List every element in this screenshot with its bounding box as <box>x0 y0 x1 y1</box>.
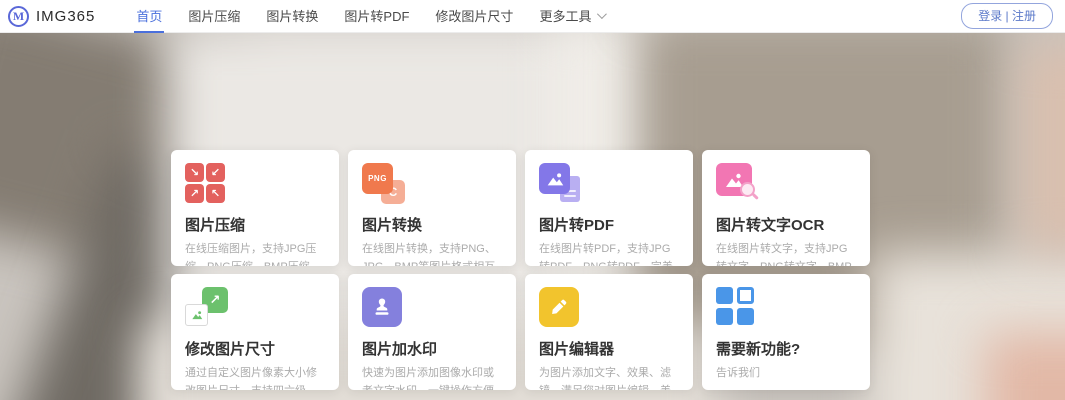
card-description: 为图片添加文字、效果、滤镜，满足您对图片编辑、美化的所有需求 <box>539 364 679 390</box>
resize-icon: ↗ <box>185 287 231 329</box>
card-title: 图片转PDF <box>539 214 679 235</box>
arrow-inward-icon: ↗ <box>185 184 204 203</box>
ocr-icon <box>716 163 762 205</box>
chevron-down-icon <box>597 9 607 19</box>
picture-icon <box>539 163 570 194</box>
card-image-editor[interactable]: 图片编辑器 为图片添加文字、效果、滤镜，满足您对图片编辑、美化的所有需求 <box>525 274 693 390</box>
small-picture-icon <box>185 304 208 326</box>
card-description: 在线图片转换，支持PNG、JPG、BMP等图片格式相互转换 <box>362 240 502 266</box>
nav-item-label: 修改图片尺寸 <box>435 6 513 25</box>
stamp-icon <box>362 287 402 327</box>
logo-letter: M <box>13 9 24 24</box>
blue-square-icon <box>716 308 733 325</box>
card-description: 在线图片转PDF，支持JPG转PDF、PNG转PDF，完美呈现图片样式 <box>539 240 679 266</box>
arrow-inward-icon: ↘ <box>185 163 204 182</box>
main-nav: 首页 图片压缩 图片转换 图片转PDF 修改图片尺寸 更多工具 <box>123 0 617 33</box>
login-register-button[interactable]: 登录 | 注册 <box>961 3 1053 29</box>
nav-item-label: 更多工具 <box>539 6 591 25</box>
brand-name: IMG365 <box>36 8 95 25</box>
card-description: 快速为图片添加图像水印或者文字水印，一键操作方便快捷 <box>362 364 502 390</box>
nav-item-label: 图片压缩 <box>188 6 240 25</box>
magnifier-icon <box>740 182 755 197</box>
card-image-watermark[interactable]: 图片加水印 快速为图片添加图像水印或者文字水印，一键操作方便快捷 <box>348 274 516 390</box>
watermark-icon <box>362 287 408 329</box>
brand-logo[interactable]: M IMG365 <box>8 6 95 27</box>
nav-item-label: 首页 <box>136 6 162 25</box>
card-image-compress[interactable]: ↘ ↙ ↗ ↖ 图片压缩 在线压缩图片，支持JPG压缩、PNG压缩、BMP压缩、… <box>171 150 339 266</box>
nav-item-label: 图片转PDF <box>344 6 409 25</box>
nav-item-image-to-pdf[interactable]: 图片转PDF <box>342 0 411 33</box>
card-resize-image[interactable]: ↗ 修改图片尺寸 通过自定义图片像素大小修改图片尺寸，支持四六级、公务员、会计、… <box>171 274 339 390</box>
nav-item-image-compress[interactable]: 图片压缩 <box>186 0 242 33</box>
card-title: 图片加水印 <box>362 338 502 359</box>
nav-item-label: 图片转换 <box>266 6 318 25</box>
hollow-square-icon <box>737 287 754 304</box>
nav-item-home[interactable]: 首页 <box>134 0 164 33</box>
compress-icon: ↘ ↙ ↗ ↖ <box>185 163 231 205</box>
feature-card-grid: ↘ ↙ ↗ ↖ 图片压缩 在线压缩图片，支持JPG压缩、PNG压缩、BMP压缩、… <box>171 150 870 390</box>
card-description: 在线压缩图片，支持JPG压缩、PNG压缩、BMP压缩、GIF压缩、图片压缩... <box>185 240 325 266</box>
editor-icon <box>539 287 585 329</box>
nav-item-resize-image[interactable]: 修改图片尺寸 <box>433 0 515 33</box>
card-title: 需要新功能? <box>716 338 856 359</box>
card-title: 图片转换 <box>362 214 502 235</box>
pencil-icon <box>539 287 579 327</box>
arrow-inward-icon: ↙ <box>206 163 225 182</box>
image-to-pdf-icon <box>539 163 585 205</box>
logo-m-icon: M <box>8 6 29 27</box>
card-description: 在线图片转文字，支持JPG转文字、PNG转文字、BMP转文字等多种格式 <box>716 240 856 266</box>
png-badge-icon: PNG <box>362 163 393 194</box>
top-navbar: M IMG365 首页 图片压缩 图片转换 图片转PDF 修改图片尺寸 更多工具… <box>0 0 1065 33</box>
card-title: 图片压缩 <box>185 214 325 235</box>
card-title: 修改图片尺寸 <box>185 338 325 359</box>
card-image-to-pdf[interactable]: 图片转PDF 在线图片转PDF，支持JPG转PDF、PNG转PDF，完美呈现图片… <box>525 150 693 266</box>
bg-blob <box>985 333 1065 400</box>
card-new-feature[interactable]: 需要新功能? 告诉我们 <box>702 274 870 390</box>
bg-blob <box>1020 43 1065 253</box>
nav-item-image-convert[interactable]: 图片转换 <box>264 0 320 33</box>
card-image-to-text-ocr[interactable]: 图片转文字OCR 在线图片转文字，支持JPG转文字、PNG转文字、BMP转文字等… <box>702 150 870 266</box>
blue-square-icon <box>737 308 754 325</box>
nav-item-more-tools[interactable]: 更多工具 <box>537 0 606 33</box>
convert-icon: C PNG <box>362 163 408 205</box>
card-description: 通过自定义图片像素大小修改图片尺寸，支持四六级、公务员、会计、医... <box>185 364 325 390</box>
card-image-convert[interactable]: C PNG 图片转换 在线图片转换，支持PNG、JPG、BMP等图片格式相互转换 <box>348 150 516 266</box>
arrow-inward-icon: ↖ <box>206 184 225 203</box>
blue-square-icon <box>716 287 733 304</box>
card-title: 图片转文字OCR <box>716 214 856 235</box>
new-feature-icon <box>716 287 762 329</box>
card-title: 图片编辑器 <box>539 338 679 359</box>
card-description: 告诉我们 <box>716 364 856 382</box>
